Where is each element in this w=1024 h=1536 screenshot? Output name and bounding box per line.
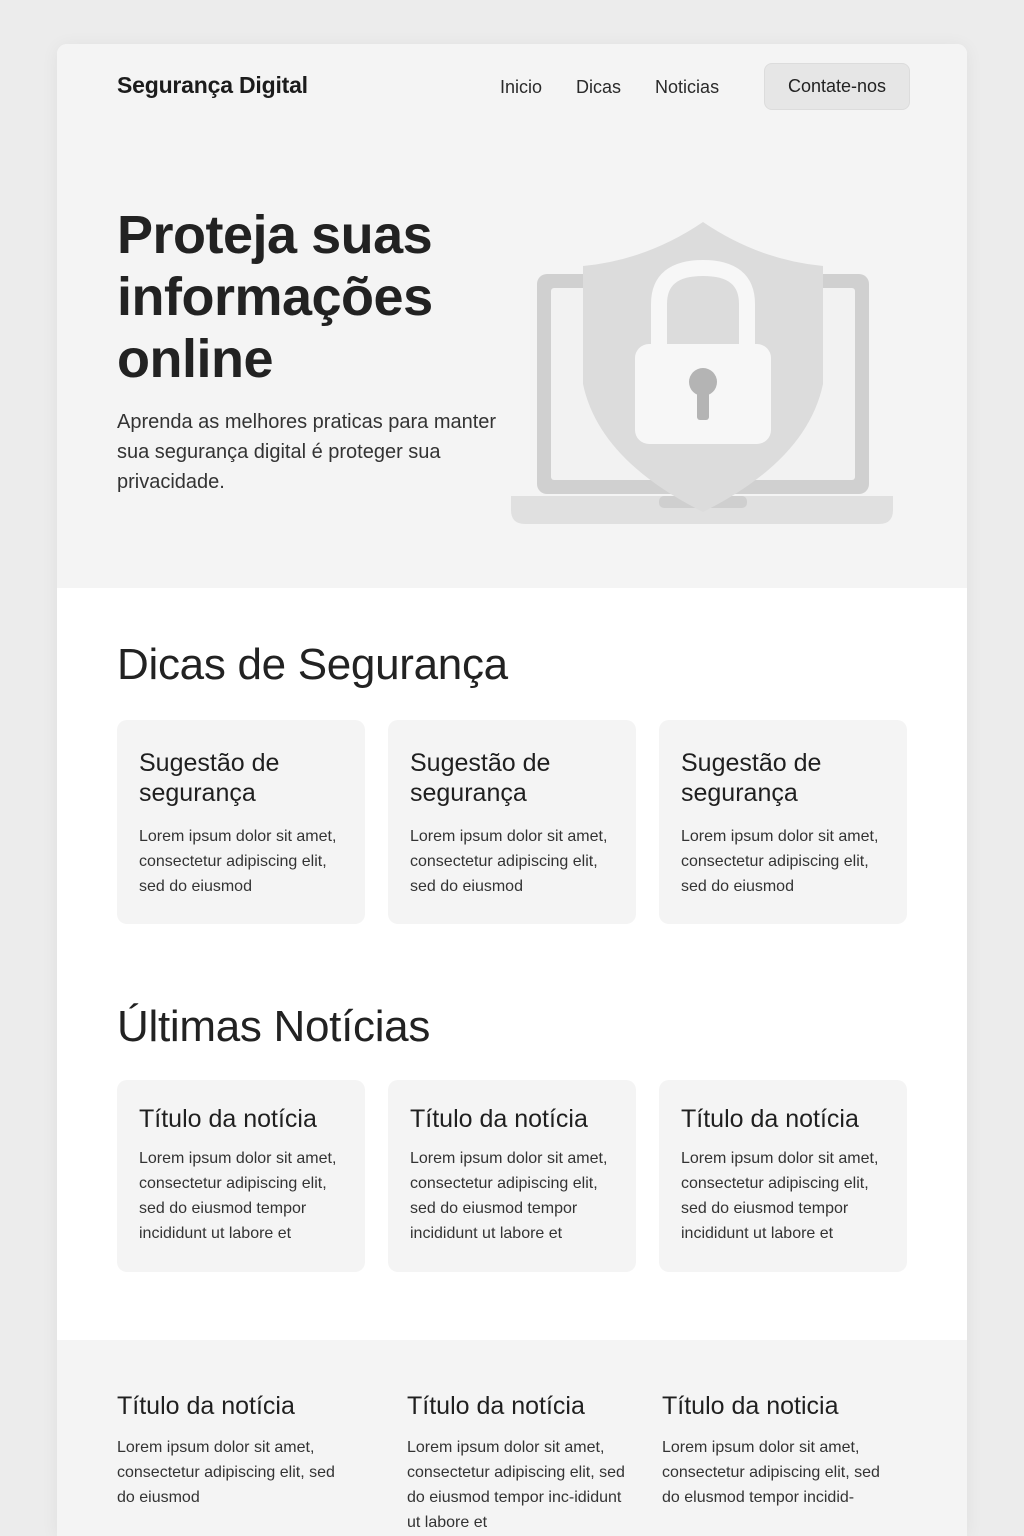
nav-item-noticias[interactable]: Noticias [655, 77, 719, 98]
hero-title: Proteja suas informações online [117, 205, 433, 389]
footer-news-title: Título da notícia [117, 1392, 295, 1420]
tip-card[interactable]: Sugestão de segurança Lorem ipsum dolor … [659, 720, 907, 924]
footer-news-item[interactable]: Título da notícia Lorem ipsum dolor sit … [117, 1392, 357, 1510]
footer-news-item[interactable]: Título da noticia Lorem ipsum dolor sit … [662, 1392, 902, 1510]
tips-cards: Sugestão de segurança Lorem ipsum dolor … [117, 720, 907, 924]
footer-news-item[interactable]: Título da notícia Lorem ipsum dolor sit … [407, 1392, 625, 1535]
page: Segurança Digital Inicio Dicas Noticias … [57, 44, 967, 1536]
news-card-title: Título da notícia [139, 1105, 317, 1133]
footer-news-title: Título da notícia [407, 1392, 585, 1420]
footer-news-text: Lorem ipsum dolor sit amet, consectetur … [117, 1439, 335, 1506]
tips-section-title: Dicas de Segurança [117, 640, 508, 689]
news-card-title: Título da notícia [410, 1105, 588, 1133]
tip-card[interactable]: Sugestão de segurança Lorem ipsum dolor … [117, 720, 365, 924]
tip-card[interactable]: Sugestão de segurança Lorem ipsum dolor … [388, 720, 636, 924]
nav-item-dicas[interactable]: Dicas [576, 77, 621, 98]
news-card-text: Lorem ipsum dolor sit amet, consectetur … [139, 1150, 337, 1242]
footer-news-text: Lorem ipsum dolor sit amet, consectetur … [662, 1439, 880, 1506]
footer-news-band: Título da notícia Lorem ipsum dolor sit … [57, 1340, 967, 1536]
news-card-title: Título da notícia [681, 1105, 859, 1133]
news-card[interactable]: Título da notícia Lorem ipsum dolor sit … [117, 1080, 365, 1272]
main-nav: Inicio Dicas Noticias [500, 74, 719, 100]
news-card-text: Lorem ipsum dolor sit amet, consectetur … [410, 1150, 608, 1242]
nav-item-inicio[interactable]: Inicio [500, 77, 542, 98]
contact-button[interactable]: Contate-nos [764, 63, 910, 110]
tip-card-title: Sugestão de segurança [410, 749, 551, 807]
footer-news-text: Lorem ipsum dolor sit amet, consectetur … [407, 1439, 625, 1531]
tip-card-text: Lorem ipsum dolor sit amet, consectetur … [681, 828, 879, 895]
hero-section: Segurança Digital Inicio Dicas Noticias … [57, 44, 967, 588]
news-card[interactable]: Título da notícia Lorem ipsum dolor sit … [659, 1080, 907, 1272]
hero-subtitle: Aprenda as melhores praticas para manter… [117, 411, 497, 493]
news-card-text: Lorem ipsum dolor sit amet, consectetur … [681, 1150, 879, 1242]
tip-card-text: Lorem ipsum dolor sit amet, consectetur … [139, 828, 337, 895]
news-section-title: Últimas Notícias [117, 1002, 431, 1051]
news-cards: Título da notícia Lorem ipsum dolor sit … [117, 1080, 907, 1272]
laptop-shield-padlock-icon [511, 222, 893, 524]
news-card[interactable]: Título da notícia Lorem ipsum dolor sit … [388, 1080, 636, 1272]
tip-card-text: Lorem ipsum dolor sit amet, consectetur … [410, 828, 608, 895]
tip-card-title: Sugestão de segurança [139, 749, 280, 807]
tip-card-title: Sugestão de segurança [681, 749, 822, 807]
site-brand[interactable]: Segurança Digital [117, 72, 308, 99]
footer-news-title: Título da noticia [662, 1392, 839, 1420]
